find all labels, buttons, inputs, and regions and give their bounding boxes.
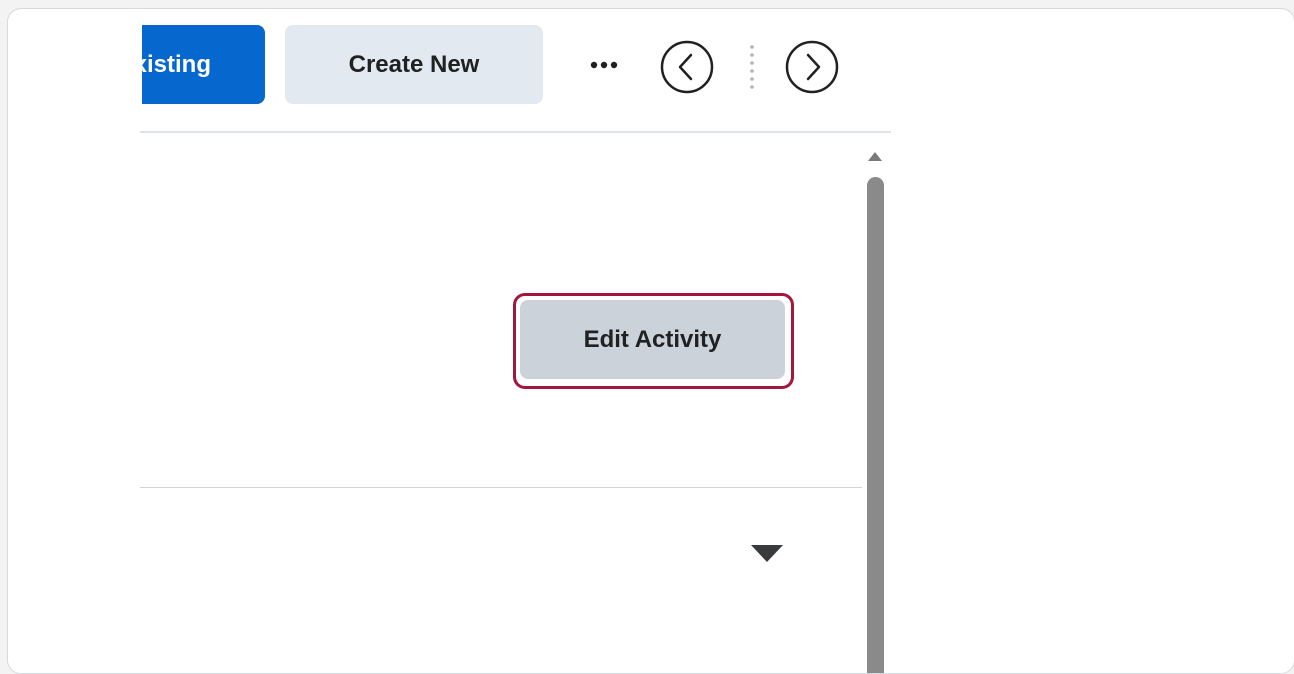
nav-divider <box>750 45 754 89</box>
scrollbar-thumb[interactable] <box>867 177 884 673</box>
more-horizontal-icon <box>590 61 618 69</box>
previous-button[interactable] <box>660 40 714 94</box>
add-existing-button[interactable]: Add Existing <box>142 25 265 104</box>
edit-activity-button[interactable]: Edit Activity <box>520 300 785 379</box>
section-divider <box>140 487 862 488</box>
app-window: Add Existing Create New Edit Activ <box>7 8 1294 674</box>
chevron-right-circle-icon <box>785 40 839 94</box>
more-options-button[interactable] <box>574 42 632 88</box>
add-existing-label: Add Existing <box>142 51 211 78</box>
toolbar-divider <box>140 131 891 133</box>
next-button[interactable] <box>785 40 839 94</box>
caret-up-icon <box>868 152 882 161</box>
edit-activity-label: Edit Activity <box>583 326 722 353</box>
dropdown-toggle[interactable] <box>750 544 784 564</box>
create-new-button[interactable]: Create New <box>285 25 543 104</box>
chevron-left-circle-icon <box>660 40 714 94</box>
caret-down-icon <box>751 545 783 562</box>
scroll-up-button[interactable] <box>866 149 884 163</box>
create-new-label: Create New <box>348 51 480 78</box>
